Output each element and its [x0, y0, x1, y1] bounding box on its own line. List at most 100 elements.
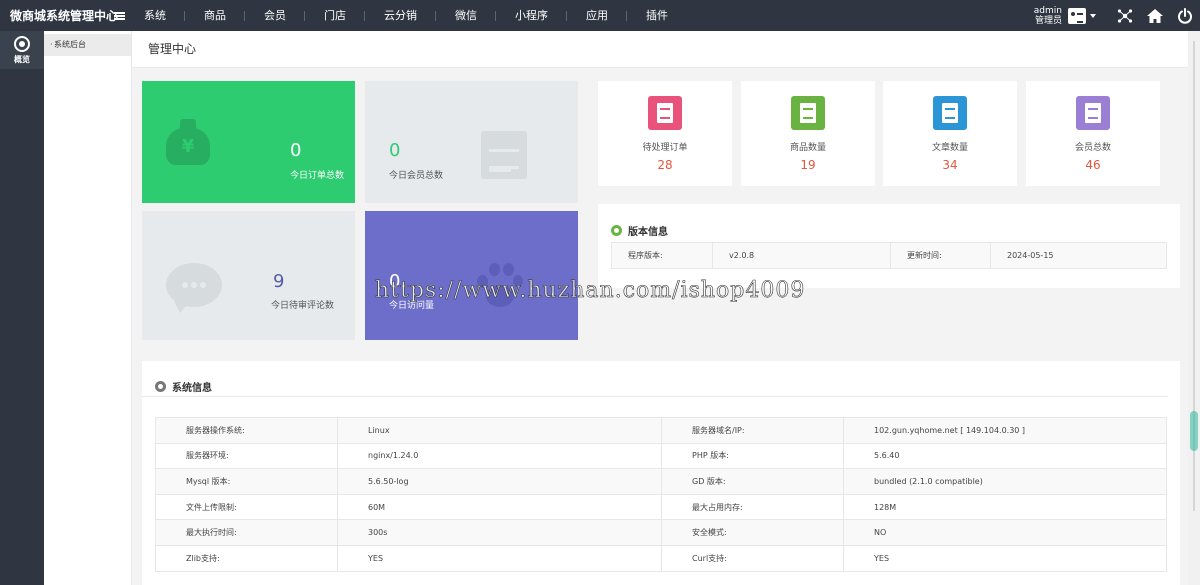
stat-label: 会员总数 — [1074, 143, 1111, 153]
user-role: 管理员 — [1034, 15, 1062, 26]
nav-item-stores[interactable]: 门店 — [305, 0, 365, 31]
nav-item-system[interactable]: 系统 — [134, 0, 185, 31]
nav-item-mini-program[interactable]: 小程序 — [496, 0, 567, 31]
table-cell: 300s — [337, 519, 662, 546]
power-icon — [1178, 7, 1192, 24]
stat-value: 28 — [657, 158, 673, 172]
notebook-icon — [791, 96, 825, 130]
table-cell: nginx/1.24.0 — [337, 442, 662, 470]
rail-item-label: 概览 — [14, 54, 30, 64]
table-row: Mysql 版本: 5.6.50-log GD 版本: bundled (2.1… — [155, 468, 1167, 495]
tile-value: 0 — [290, 140, 302, 161]
app-brand: 微商城系统管理中心 — [10, 9, 119, 23]
program-version-value: v2.0.8 — [712, 242, 891, 269]
nav-item-products[interactable]: 商品 — [185, 0, 245, 31]
sitemap-button[interactable] — [1110, 0, 1140, 31]
stat-value: 34 — [942, 158, 958, 172]
info-icon — [611, 225, 622, 236]
scrollbar-thumb[interactable] — [1190, 411, 1198, 451]
tile-label: 今日待审评论数 — [271, 301, 335, 311]
money-bag-icon: ¥ — [166, 119, 210, 165]
table-cell: GD 版本: — [661, 468, 844, 495]
table-cell: YES — [843, 544, 1167, 572]
table-cell: 最大执行时间: — [155, 519, 338, 546]
table-cell: 最大占用内存: — [661, 493, 844, 521]
gear-icon — [155, 381, 166, 392]
table-cell: 文件上传限制: — [155, 493, 338, 521]
table-row: 服务器操作系统: Linux 服务器域名/IP: 102.gun.yqhome.… — [155, 417, 1167, 444]
tile-value: 9 — [273, 271, 285, 292]
main-content: 管理中心 ¥ 0 今日订单总数 0 今日会员总数 9 今日待审评论数 0 今日访… — [132, 31, 1188, 585]
main-nav: 系统 商品 会员 门店 云分销 微信 小程序 应用 插件 — [134, 0, 687, 31]
version-panel: 版本信息 程序版本: v2.0.8 更新时间: 2024-05-15 — [598, 204, 1180, 288]
tile-today-orders[interactable]: ¥ 0 今日订单总数 — [142, 81, 355, 203]
home-icon — [1147, 8, 1163, 23]
sitemap-icon — [1117, 8, 1133, 23]
clipboard-icon — [933, 96, 967, 130]
stat-article-count[interactable]: 文章数量 34 — [883, 81, 1017, 186]
program-version-label: 程序版本: — [611, 242, 713, 269]
truck-icon — [1076, 96, 1110, 130]
table-cell: 5.6.40 — [843, 442, 1167, 470]
stat-label: 文章数量 — [931, 143, 968, 153]
nav-item-plugins[interactable]: 插件 — [627, 0, 687, 31]
update-time-value: 2024-05-15 — [990, 242, 1167, 269]
tile-today-visits[interactable]: 0 今日访问量 — [365, 211, 578, 340]
table-cell: 128M — [843, 493, 1167, 521]
stat-value: 19 — [800, 158, 816, 172]
stat-product-count[interactable]: 商品数量 19 — [741, 81, 875, 186]
table-cell: NO — [843, 519, 1167, 546]
table-cell: 102.gun.yqhome.net [ 149.104.0.30 ] — [843, 417, 1167, 444]
version-panel-header: 版本信息 — [598, 204, 1180, 242]
table-cell: Curl支持: — [661, 544, 844, 572]
table-row: 最大执行时间: 300s 安全模式: NO — [155, 519, 1167, 546]
table-row: 文件上传限制: 60M 最大占用内存: 128M — [155, 493, 1167, 521]
nav-item-apps[interactable]: 应用 — [567, 0, 627, 31]
table-cell: 安全模式: — [661, 519, 844, 546]
sidebar-item-system-backend[interactable]: 系统后台 — [44, 34, 131, 56]
chevron-down-icon[interactable] — [1090, 13, 1096, 18]
version-table: 程序版本: v2.0.8 更新时间: 2024-05-15 — [611, 242, 1167, 269]
stat-pending-orders[interactable]: 待处理订单 28 — [598, 81, 732, 186]
nav-item-wechat[interactable]: 微信 — [436, 0, 496, 31]
system-info-table: 服务器操作系统: Linux 服务器域名/IP: 102.gun.yqhome.… — [155, 417, 1167, 572]
table-cell: bundled (2.1.0 compatible) — [843, 468, 1167, 495]
user-menu[interactable]: admin 管理员 — [1034, 6, 1062, 26]
order-icon — [648, 96, 682, 130]
user-name: admin — [1033, 5, 1062, 16]
table-cell: 服务器操作系统: — [155, 417, 338, 444]
tile-label: 今日订单总数 — [290, 171, 345, 181]
menu-toggle-button[interactable] — [104, 0, 134, 31]
nav-item-cloud-distribution[interactable]: 云分销 — [365, 0, 436, 31]
table-row: Zlib支持: YES Curl支持: YES — [155, 544, 1167, 572]
id-card-icon[interactable] — [1068, 7, 1086, 24]
table-cell: 5.6.50-log — [337, 468, 662, 495]
system-info-header: 系统信息 — [142, 361, 1168, 397]
left-rail: 概览 — [0, 31, 44, 585]
rail-item-overview[interactable]: 概览 — [0, 31, 44, 69]
table-cell: YES — [337, 544, 662, 572]
top-bar: 微商城系统管理中心 系统 商品 会员 门店 云分销 微信 小程序 应用 插件 a… — [0, 0, 1200, 31]
table-row: 服务器环境: nginx/1.24.0 PHP 版本: 5.6.40 — [155, 442, 1167, 470]
document-icon — [481, 131, 527, 179]
stat-member-count[interactable]: 会员总数 46 — [1026, 81, 1160, 186]
stat-label: 待处理订单 — [642, 143, 688, 153]
nav-item-members[interactable]: 会员 — [245, 0, 305, 31]
table-cell: Mysql 版本: — [155, 468, 338, 495]
page-scrollbar[interactable] — [1188, 31, 1200, 585]
system-info-title: 系统信息 — [172, 383, 212, 394]
stat-value: 46 — [1085, 158, 1101, 172]
table-cell: PHP 版本: — [661, 442, 844, 470]
tile-value: 0 — [389, 140, 401, 161]
home-button[interactable] — [1140, 0, 1170, 31]
hamburger-icon — [113, 11, 125, 20]
system-info-panel: 系统信息 服务器操作系统: Linux 服务器域名/IP: 102.gun.yq… — [142, 361, 1180, 585]
table-cell: 服务器域名/IP: — [661, 417, 844, 444]
tile-today-members[interactable]: 0 今日会员总数 — [365, 81, 578, 203]
table-cell: 60M — [337, 493, 662, 521]
tile-label: 今日会员总数 — [389, 171, 444, 181]
table-cell: Linux — [337, 417, 662, 444]
logout-button[interactable] — [1170, 0, 1200, 31]
tile-pending-reviews[interactable]: 9 今日待审评论数 — [142, 211, 355, 340]
version-title: 版本信息 — [628, 227, 668, 238]
